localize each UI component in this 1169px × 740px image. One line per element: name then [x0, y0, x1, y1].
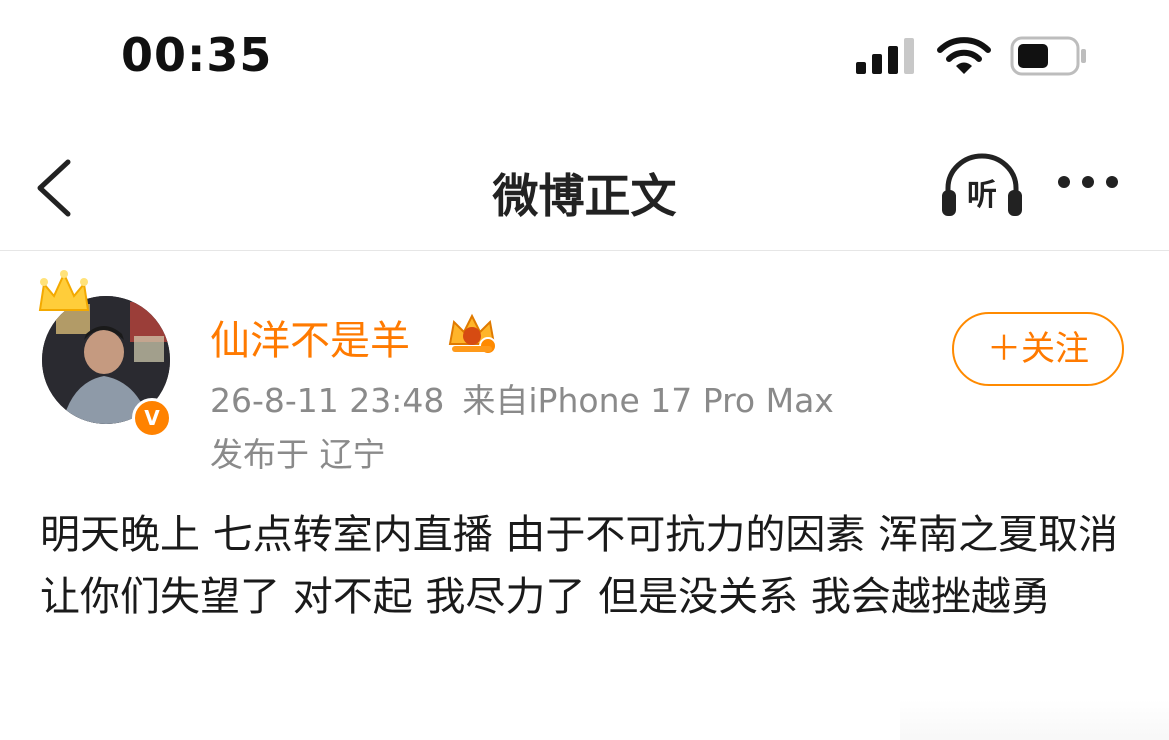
post-location: 发布于 辽宁	[210, 435, 386, 474]
nav-bar: 微博正文 听	[0, 130, 1169, 251]
follow-button[interactable]: ＋关注	[952, 312, 1124, 386]
avatar-wrap[interactable]: V	[36, 270, 176, 438]
post-meta: 26-8-11 23:48 来自iPhone 17 Pro Max	[210, 374, 834, 422]
listen-label: 听	[967, 178, 997, 213]
listen-button[interactable]: 听	[940, 152, 1024, 218]
crown-icon	[38, 270, 90, 311]
post-header: V 仙洋不是羊 26-8-11 23:48 来自iPhone 17 Pro Max…	[0, 260, 1169, 480]
author-name[interactable]: 仙洋不是羊	[210, 308, 410, 366]
more-icon[interactable]	[1058, 170, 1130, 194]
battery-icon	[1010, 36, 1086, 76]
status-bar: 00:35	[0, 0, 1169, 115]
post-source: 来自iPhone 17 Pro Max	[462, 381, 834, 420]
status-time: 00:35	[121, 28, 273, 82]
verified-badge: V	[132, 398, 172, 438]
post-timestamp: 26-8-11 23:48	[210, 381, 445, 420]
signal-icon	[856, 38, 914, 74]
bottom-fade	[900, 700, 1169, 740]
post-text: 明天晚上 七点转室内直播 由于不可抗力的因素 浑南之夏取消 让你们失望了 对不起…	[40, 512, 1119, 620]
wifi-icon	[937, 37, 991, 74]
vip-crown-icon	[448, 313, 497, 355]
